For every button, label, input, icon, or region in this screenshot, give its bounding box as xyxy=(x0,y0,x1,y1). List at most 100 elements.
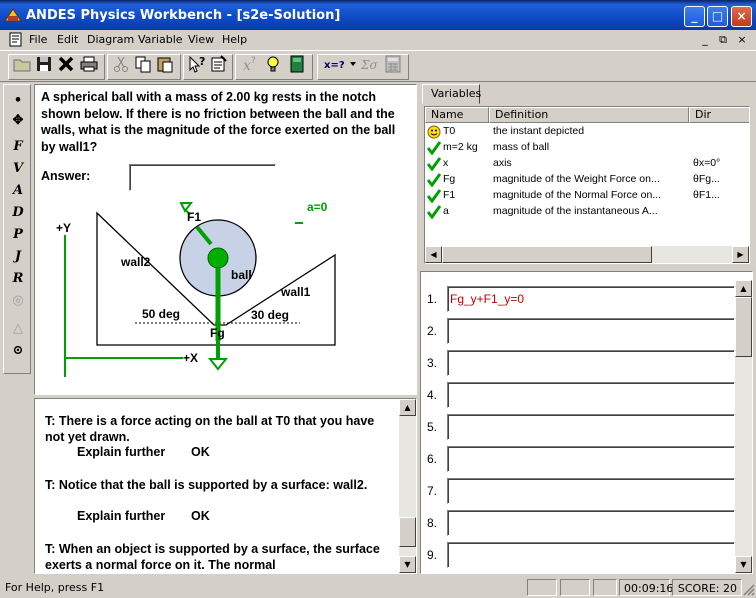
scroll-right-button[interactable]: ▶ xyxy=(732,246,749,263)
equation-field[interactable] xyxy=(447,510,735,536)
svg-text:x: x xyxy=(243,58,251,74)
resize-grip-icon[interactable] xyxy=(743,584,755,596)
solve-for-icon[interactable]: x=? xyxy=(322,54,356,74)
equation-number: 2. xyxy=(427,324,438,338)
app-icon xyxy=(4,8,22,22)
scroll-down-button[interactable]: ▼ xyxy=(399,556,416,573)
lightbulb-hint-icon[interactable] xyxy=(263,54,283,74)
equation-field[interactable] xyxy=(447,478,735,504)
scroll-thumb[interactable] xyxy=(735,297,752,357)
variable-row[interactable]: F1 magnitude of the Normal Force on... θ… xyxy=(425,188,749,204)
minimize-button[interactable]: _ xyxy=(684,6,705,27)
impulse-vector-tool[interactable]: J xyxy=(7,247,29,267)
variables-horizontal-scrollbar[interactable]: ◀ ▶ xyxy=(425,246,749,263)
equations-scrollbar[interactable]: ▲ ▼ xyxy=(735,280,752,573)
score: SCORE: 20 xyxy=(672,579,742,596)
sum-icon[interactable]: Σσ xyxy=(360,54,380,74)
menu-view[interactable]: View xyxy=(188,33,214,46)
column-header-name[interactable]: Name xyxy=(425,107,489,123)
variable-name: T0 xyxy=(443,125,456,137)
paste-icon[interactable] xyxy=(155,54,175,74)
checklist-icon[interactable] xyxy=(209,54,229,74)
variable-row[interactable]: T0 the instant depicted xyxy=(425,124,749,140)
save-icon[interactable] xyxy=(34,54,54,74)
equation-field[interactable] xyxy=(447,542,735,568)
equation-field[interactable] xyxy=(447,382,735,408)
equation-field[interactable]: Fg_y+F1_y=0 xyxy=(447,286,735,312)
angle-tool[interactable]: △ xyxy=(7,319,29,339)
variables-list: Name Definition Dir T0 the instant depic… xyxy=(424,106,750,264)
equation-row: 3. xyxy=(421,347,735,379)
tutor-dialog-pane: T: There is a force acting on the ball a… xyxy=(34,398,417,574)
calculator-icon[interactable] xyxy=(383,54,403,74)
answer-field[interactable] xyxy=(129,164,276,191)
scroll-up-button[interactable]: ▲ xyxy=(735,280,752,297)
print-icon[interactable] xyxy=(79,54,99,74)
mdi-close-button[interactable]: × xyxy=(735,33,749,46)
explain-further-link[interactable]: Explain further xyxy=(77,509,165,523)
ok-link[interactable]: OK xyxy=(191,509,210,523)
equation-field[interactable] xyxy=(447,446,735,472)
column-header-definition[interactable]: Definition xyxy=(489,107,689,123)
menu-variable[interactable]: Variable xyxy=(138,33,183,46)
acceleration-vector-tool[interactable]: A xyxy=(7,181,29,201)
scroll-down-button[interactable]: ▼ xyxy=(735,556,752,573)
variable-row[interactable]: Fg magnitude of the Weight Force on... θ… xyxy=(425,172,749,188)
move-tool[interactable]: ✥ xyxy=(7,111,29,131)
explain-further-link[interactable]: Explain further xyxy=(77,445,165,459)
drawing-tools-palette: • ✥ F V A D P J R ◎ △ ⊙ xyxy=(3,84,31,374)
document-icon[interactable] xyxy=(8,32,24,47)
wall1-label: wall1 xyxy=(280,285,311,299)
equation-field[interactable] xyxy=(447,414,735,440)
y-axis-label: +Y xyxy=(56,221,71,235)
scroll-up-button[interactable]: ▲ xyxy=(399,399,416,416)
copy-icon[interactable] xyxy=(133,54,153,74)
ok-link[interactable]: OK xyxy=(191,445,210,459)
equation-row: 6. xyxy=(421,443,735,475)
menu-help[interactable]: Help xyxy=(222,33,247,46)
variable-row[interactable]: m=2 kg mass of ball xyxy=(425,140,749,156)
what-is-this-icon[interactable]: ? xyxy=(187,54,207,74)
equation-number: 8. xyxy=(427,516,438,530)
column-header-dir[interactable]: Dir xyxy=(689,107,749,123)
book-icon[interactable] xyxy=(287,54,307,74)
displacement-vector-tool[interactable]: D xyxy=(7,203,29,223)
delete-icon[interactable] xyxy=(56,54,76,74)
hint-x-icon[interactable]: x? xyxy=(240,54,260,74)
open-icon[interactable] xyxy=(12,54,32,74)
variable-dir: θFg... xyxy=(693,173,720,185)
variable-row[interactable]: x axis θx=0° xyxy=(425,156,749,172)
check-icon xyxy=(427,205,441,219)
mdi-restore-button[interactable]: ⧉ xyxy=(716,33,730,47)
menu-edit[interactable]: Edit xyxy=(57,33,78,46)
equation-number: 1. xyxy=(427,292,438,306)
clock-tool[interactable]: ⊙ xyxy=(7,341,29,361)
tab-variables[interactable]: Variables xyxy=(422,84,481,104)
close-button[interactable]: × xyxy=(731,6,752,27)
equation-field[interactable] xyxy=(447,318,735,344)
tutor-scrollbar[interactable]: ▲ ▼ xyxy=(399,399,416,573)
maximize-button[interactable]: □ xyxy=(707,6,728,27)
scroll-left-button[interactable]: ◀ xyxy=(425,246,442,263)
equation-number: 6. xyxy=(427,452,438,466)
x-axis-label: +X xyxy=(183,351,198,365)
angle-left-label: 50 deg xyxy=(142,307,180,321)
momentum-vector-tool[interactable]: P xyxy=(7,225,29,245)
cut-icon[interactable] xyxy=(111,54,131,74)
scroll-thumb[interactable] xyxy=(442,246,652,263)
velocity-vector-tool[interactable]: V xyxy=(7,159,29,179)
menu-diagram[interactable]: Diagram xyxy=(87,33,134,46)
rotation-tool[interactable]: ◎ xyxy=(7,291,29,311)
menu-file[interactable]: File xyxy=(29,33,47,46)
variable-row[interactable]: a magnitude of the instantaneous A... xyxy=(425,204,749,220)
sigma-label: Σσ xyxy=(360,58,378,72)
free-body-diagram[interactable]: F1 a=0 wall2 ball wall1 50 deg 30 deg Fg… xyxy=(35,195,416,395)
equation-field[interactable] xyxy=(447,350,735,376)
force-vector-tool[interactable]: F xyxy=(7,137,29,157)
scroll-thumb[interactable] xyxy=(399,517,416,547)
equation-row: 1. Fg_y+F1_y=0 xyxy=(421,283,735,315)
select-tool[interactable]: • xyxy=(7,91,29,111)
mdi-minimize-button[interactable]: _ xyxy=(698,33,712,46)
timer: 00:09:16 xyxy=(619,579,673,596)
relative-position-tool[interactable]: R xyxy=(7,269,29,289)
